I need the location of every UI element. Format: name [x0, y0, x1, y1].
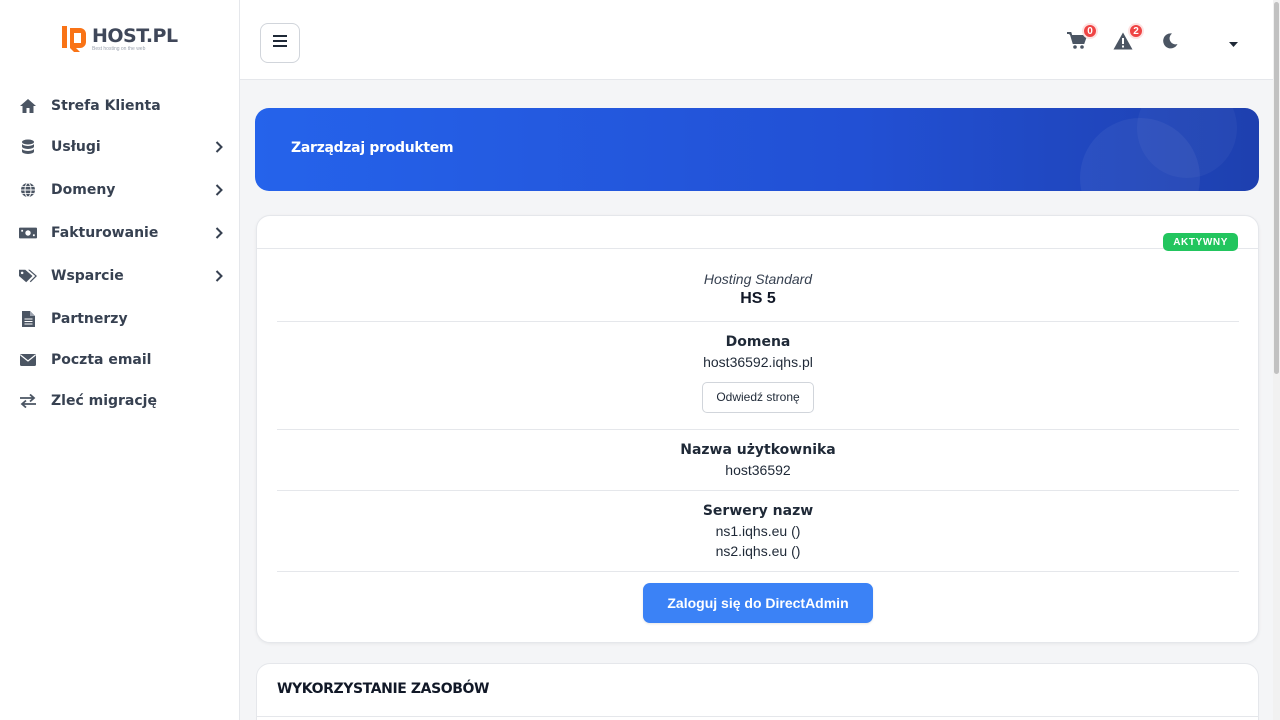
visit-site-button[interactable]: Odwiedź stronę: [702, 382, 814, 413]
document-icon: [19, 310, 37, 328]
sidebar-item-label: Wsparcie: [51, 268, 124, 284]
user-dropdown-button[interactable]: [1222, 32, 1244, 54]
divider: [277, 429, 1239, 430]
nameservers-section: Serwery nazw ns1.iqhs.eu () ns2.iqhs.eu …: [277, 501, 1239, 561]
caret-down-icon: [1228, 34, 1238, 52]
username-value: host36592: [725, 462, 791, 478]
chevron-right-icon: [215, 226, 225, 240]
home-icon: [19, 97, 37, 115]
sidebar-item-label: Fakturowanie: [51, 225, 159, 241]
sidebar-item-wsparcie[interactable]: Wsparcie: [0, 256, 240, 296]
logo-mark-icon: [62, 24, 88, 52]
domain-section: Domena host36592.iqhs.pl Odwiedź stronę: [277, 332, 1239, 413]
sidebar-item-uslugi[interactable]: Usługi: [0, 127, 240, 167]
product-card: AKTYWNY Hosting Standard HS 5 Domena hos…: [256, 215, 1259, 643]
cart-button[interactable]: 0: [1066, 23, 1098, 54]
username-label: Nazwa użytkownika: [680, 442, 836, 458]
domain-value: host36592.iqhs.pl: [703, 354, 813, 370]
resources-card: WYKORZYSTANIE ZASOBÓW: [256, 663, 1259, 720]
divider: [277, 490, 1239, 491]
sidebar-item-strefa-klienta[interactable]: Strefa Klienta: [0, 86, 240, 126]
sidebar-item-domeny[interactable]: Domeny: [0, 170, 240, 210]
tags-icon: [19, 267, 37, 285]
topbar: 0 2: [240, 0, 1273, 80]
theme-toggle-button[interactable]: [1159, 32, 1181, 54]
logo-tagline: Best hosting on the web: [92, 45, 146, 52]
nameservers-label: Serwery nazw: [702, 503, 814, 519]
plan-section: Hosting Standard HS 5: [277, 270, 1239, 310]
domain-label: Domena: [725, 334, 791, 350]
alerts-count-badge: 2: [1128, 23, 1144, 39]
logo-name: HOST.PL: [92, 24, 178, 47]
plan-name: HS 5: [740, 290, 776, 307]
database-icon: [19, 138, 37, 156]
product-card-header: [257, 216, 1258, 249]
sidebar-item-poczta-email[interactable]: Poczta email: [0, 340, 240, 380]
sidebar-item-label: Strefa Klienta: [51, 98, 161, 114]
page-header-banner: Zarządzaj produktem: [255, 108, 1259, 191]
chevron-right-icon: [215, 183, 225, 197]
money-bill-icon: [19, 224, 37, 242]
sidebar-item-label: Partnerzy: [51, 311, 128, 327]
chevron-right-icon: [215, 140, 225, 154]
chevron-right-icon: [215, 269, 225, 283]
logo[interactable]: HOST.PL Best hosting on the web: [62, 24, 178, 52]
username-section: Nazwa użytkownika host36592: [277, 440, 1239, 480]
sidebar-item-label: Poczta email: [51, 352, 152, 368]
sidebar-item-label: Domeny: [51, 182, 116, 198]
exchange-arrows-icon: [19, 392, 37, 410]
alerts-button[interactable]: 2: [1112, 23, 1144, 54]
cart-count-badge: 0: [1082, 23, 1098, 39]
menu-toggle-button[interactable]: [260, 23, 300, 63]
sidebar-item-label: Zleć migrację: [51, 393, 157, 409]
divider: [257, 716, 1258, 717]
sidebar-item-fakturowanie[interactable]: Fakturowanie: [0, 213, 240, 253]
sidebar-item-label: Usługi: [51, 139, 101, 155]
hamburger-icon: [273, 34, 287, 52]
directadmin-login-button[interactable]: Zaloguj się do DirectAdmin: [643, 583, 873, 623]
envelope-icon: [19, 351, 37, 369]
sidebar-item-partnerzy[interactable]: Partnerzy: [0, 299, 240, 339]
status-badge: AKTYWNY: [1163, 233, 1238, 251]
nameserver-2: ns2.iqhs.eu (): [715, 543, 801, 559]
plan-type: Hosting Standard: [703, 271, 813, 287]
nameserver-1: ns1.iqhs.eu (): [715, 523, 801, 539]
page-scrollbar[interactable]: [1273, 0, 1280, 720]
page-title: Zarządzaj produktem: [291, 140, 454, 156]
globe-icon: [19, 181, 37, 199]
sidebar-item-zlec-migracje[interactable]: Zleć migrację: [0, 381, 240, 421]
divider: [277, 321, 1239, 322]
sidebar: HOST.PL Best hosting on the web Strefa K…: [0, 0, 240, 720]
scrollbar-thumb[interactable]: [1274, 2, 1279, 374]
moon-icon: [1162, 32, 1178, 54]
divider: [277, 571, 1239, 572]
resources-title: WYKORZYSTANIE ZASOBÓW: [277, 681, 490, 697]
